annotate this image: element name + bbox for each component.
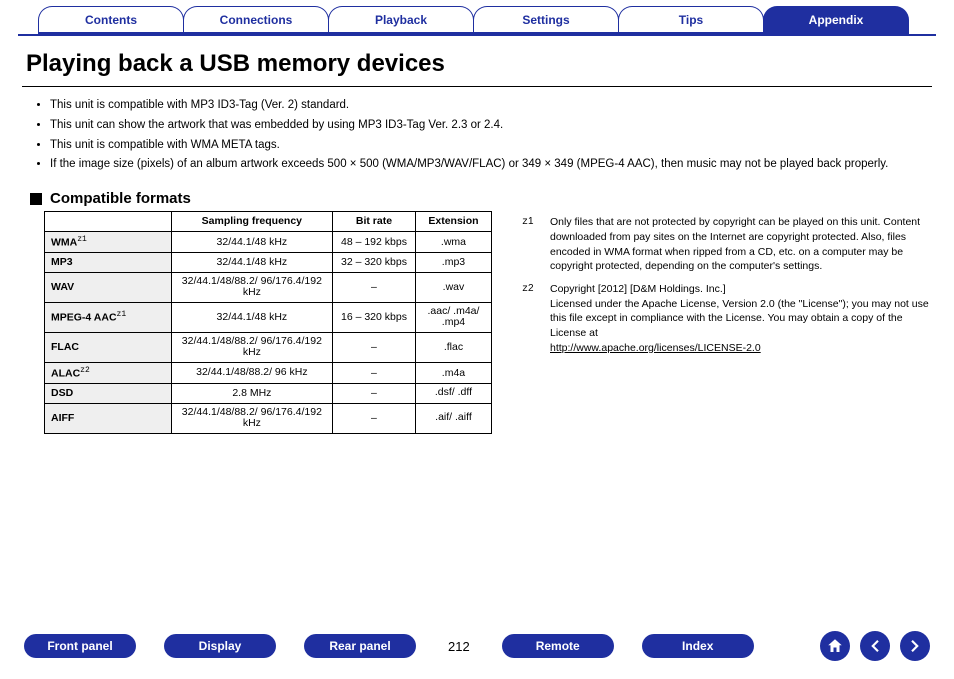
col-sampling: Sampling frequency	[171, 212, 332, 232]
tab-connections[interactable]: Connections	[183, 6, 329, 34]
bullet-item: If the image size (pixels) of an album a…	[50, 156, 928, 176]
info-bullets: This unit is compatible with MP3 ID3-Tag…	[18, 87, 936, 182]
top-tabs: Contents Connections Playback Settings T…	[18, 6, 936, 36]
page-number: 212	[444, 639, 474, 654]
table-row: ALACz2 32/44.1/48/88.2/ 96 kHz–.m4a	[45, 362, 492, 383]
table-row: MP3 32/44.1/48 kHz32 – 320 kbps.mp3	[45, 252, 492, 272]
page-title: Playing back a USB memory devices	[18, 36, 936, 86]
tab-playback[interactable]: Playback	[328, 6, 474, 34]
tab-appendix[interactable]: Appendix	[763, 6, 909, 34]
table-row: MPEG-4 AACz1 32/44.1/48 kHz16 – 320 kbps…	[45, 302, 492, 332]
col-bitrate: Bit rate	[333, 212, 416, 232]
tab-settings[interactable]: Settings	[473, 6, 619, 34]
home-icon[interactable]	[820, 631, 850, 661]
square-bullet-icon	[30, 193, 42, 205]
tab-contents[interactable]: Contents	[38, 6, 184, 34]
footnote: z2 Copyright [2012] [D&M Holdings. Inc.]…	[522, 282, 932, 355]
table-row: FLAC 32/44.1/48/88.2/ 96/176.4/192 kHz–.…	[45, 332, 492, 362]
section-header: Compatible formats	[18, 182, 936, 211]
table-row: AIFF 32/44.1/48/88.2/ 96/176.4/192 kHz–.…	[45, 403, 492, 433]
section-label: Compatible formats	[50, 190, 191, 207]
license-link[interactable]: http://www.apache.org/licenses/LICENSE-2…	[550, 342, 761, 354]
bullet-item: This unit is compatible with WMA META ta…	[50, 137, 928, 157]
table-row: DSD 2.8 MHz–.dsf/ .dff	[45, 383, 492, 403]
formats-table: Sampling frequency Bit rate Extension WM…	[44, 211, 492, 433]
tab-tips[interactable]: Tips	[618, 6, 764, 34]
bullet-item: This unit can show the artwork that was …	[50, 117, 928, 137]
bullet-item: This unit is compatible with MP3 ID3-Tag…	[50, 97, 928, 117]
table-row: WMAz1 32/44.1/48 kHz48 – 192 kbps.wma	[45, 231, 492, 252]
footnote-text: Copyright [2012] [D&M Holdings. Inc.]Lic…	[550, 282, 932, 355]
table-header-row: Sampling frequency Bit rate Extension	[45, 212, 492, 232]
nav-rear-panel[interactable]: Rear panel	[304, 634, 416, 658]
footnotes: z1 Only files that are not protected by …	[522, 211, 932, 433]
footnote-text: Only files that are not protected by cop…	[550, 215, 932, 274]
prev-page-icon[interactable]	[860, 631, 890, 661]
footer-nav: Front panel Display Rear panel 212 Remot…	[0, 631, 954, 661]
nav-display[interactable]: Display	[164, 634, 276, 658]
nav-front-panel[interactable]: Front panel	[24, 634, 136, 658]
footnote: z1 Only files that are not protected by …	[522, 215, 932, 274]
nav-remote[interactable]: Remote	[502, 634, 614, 658]
col-extension: Extension	[415, 212, 491, 232]
table-row: WAV 32/44.1/48/88.2/ 96/176.4/192 kHz–.w…	[45, 272, 492, 302]
nav-index[interactable]: Index	[642, 634, 754, 658]
next-page-icon[interactable]	[900, 631, 930, 661]
